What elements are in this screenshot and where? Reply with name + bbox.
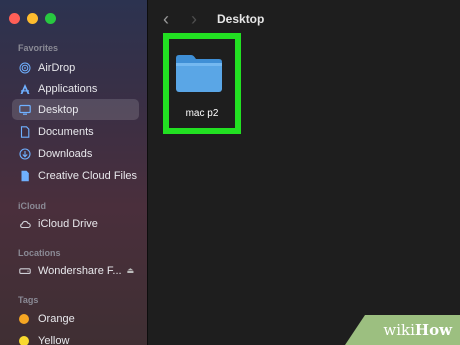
sidebar-item-label: Orange (38, 312, 75, 325)
sidebar-item-label: Yellow (38, 334, 70, 345)
sidebar-item-label: Wondershare F... (38, 264, 122, 277)
section-icloud: iCloud (18, 201, 46, 211)
chevron-right-icon[interactable]: › (191, 9, 197, 30)
chevron-left-icon[interactable]: ‹ (163, 9, 169, 30)
sidebar-item-applications[interactable]: Applications (12, 78, 139, 99)
applications-icon (19, 83, 31, 95)
eject-icon[interactable]: ⏏ (127, 266, 135, 275)
sidebar-item-label: Applications (38, 82, 98, 95)
airdrop-icon (19, 62, 31, 74)
sidebar-item-label: AirDrop (38, 61, 76, 74)
close-button[interactable] (9, 13, 20, 24)
orange-tag-icon (19, 313, 29, 324)
finder-window: Favorites AirDrop Applications Desktop D… (0, 0, 460, 345)
sidebar-item-wondershare[interactable]: Wondershare F... ⏏ (12, 260, 139, 281)
drive-icon (19, 265, 31, 277)
sidebar-item-icloud-drive[interactable]: iCloud Drive (12, 213, 139, 234)
folder-icon[interactable] (174, 52, 224, 94)
sidebar-item-label: Creative Cloud Files (38, 169, 138, 182)
main-content: ‹ › Desktop mac p2 (149, 0, 460, 345)
section-favorites: Favorites (18, 43, 59, 53)
sidebar-item-downloads[interactable]: Downloads (12, 143, 139, 164)
downloads-icon (19, 147, 31, 160)
sidebar-item-airdrop[interactable]: AirDrop (12, 57, 139, 78)
wikihow-watermark: wikiHow (345, 315, 460, 345)
section-locations: Locations (18, 248, 61, 258)
sidebar-item-tag-yellow[interactable]: Yellow (12, 330, 139, 345)
window-title: Desktop (217, 12, 265, 26)
wikihow-logo: wikiHow (383, 321, 452, 339)
document-icon (19, 125, 31, 138)
file-icon (19, 170, 31, 182)
zoom-button[interactable] (45, 13, 56, 24)
sidebar: Favorites AirDrop Applications Desktop D… (0, 0, 148, 345)
folder-label[interactable]: mac p2 (163, 108, 241, 119)
sidebar-item-label: Desktop (38, 103, 79, 116)
sidebar-item-label: Documents (38, 125, 94, 138)
window-controls (9, 13, 56, 24)
cloud-icon (19, 218, 31, 230)
minimize-button[interactable] (27, 13, 38, 24)
sidebar-item-desktop[interactable]: Desktop (12, 99, 139, 120)
sidebar-item-label: iCloud Drive (38, 217, 98, 230)
sidebar-item-tag-orange[interactable]: Orange (12, 308, 139, 329)
sidebar-item-label: Downloads (38, 147, 93, 160)
desktop-icon (19, 104, 31, 116)
yellow-tag-icon (19, 335, 29, 345)
section-tags: Tags (18, 295, 39, 305)
sidebar-item-creative-cloud-files[interactable]: Creative Cloud Files (12, 165, 139, 186)
sidebar-item-documents[interactable]: Documents (12, 121, 139, 142)
